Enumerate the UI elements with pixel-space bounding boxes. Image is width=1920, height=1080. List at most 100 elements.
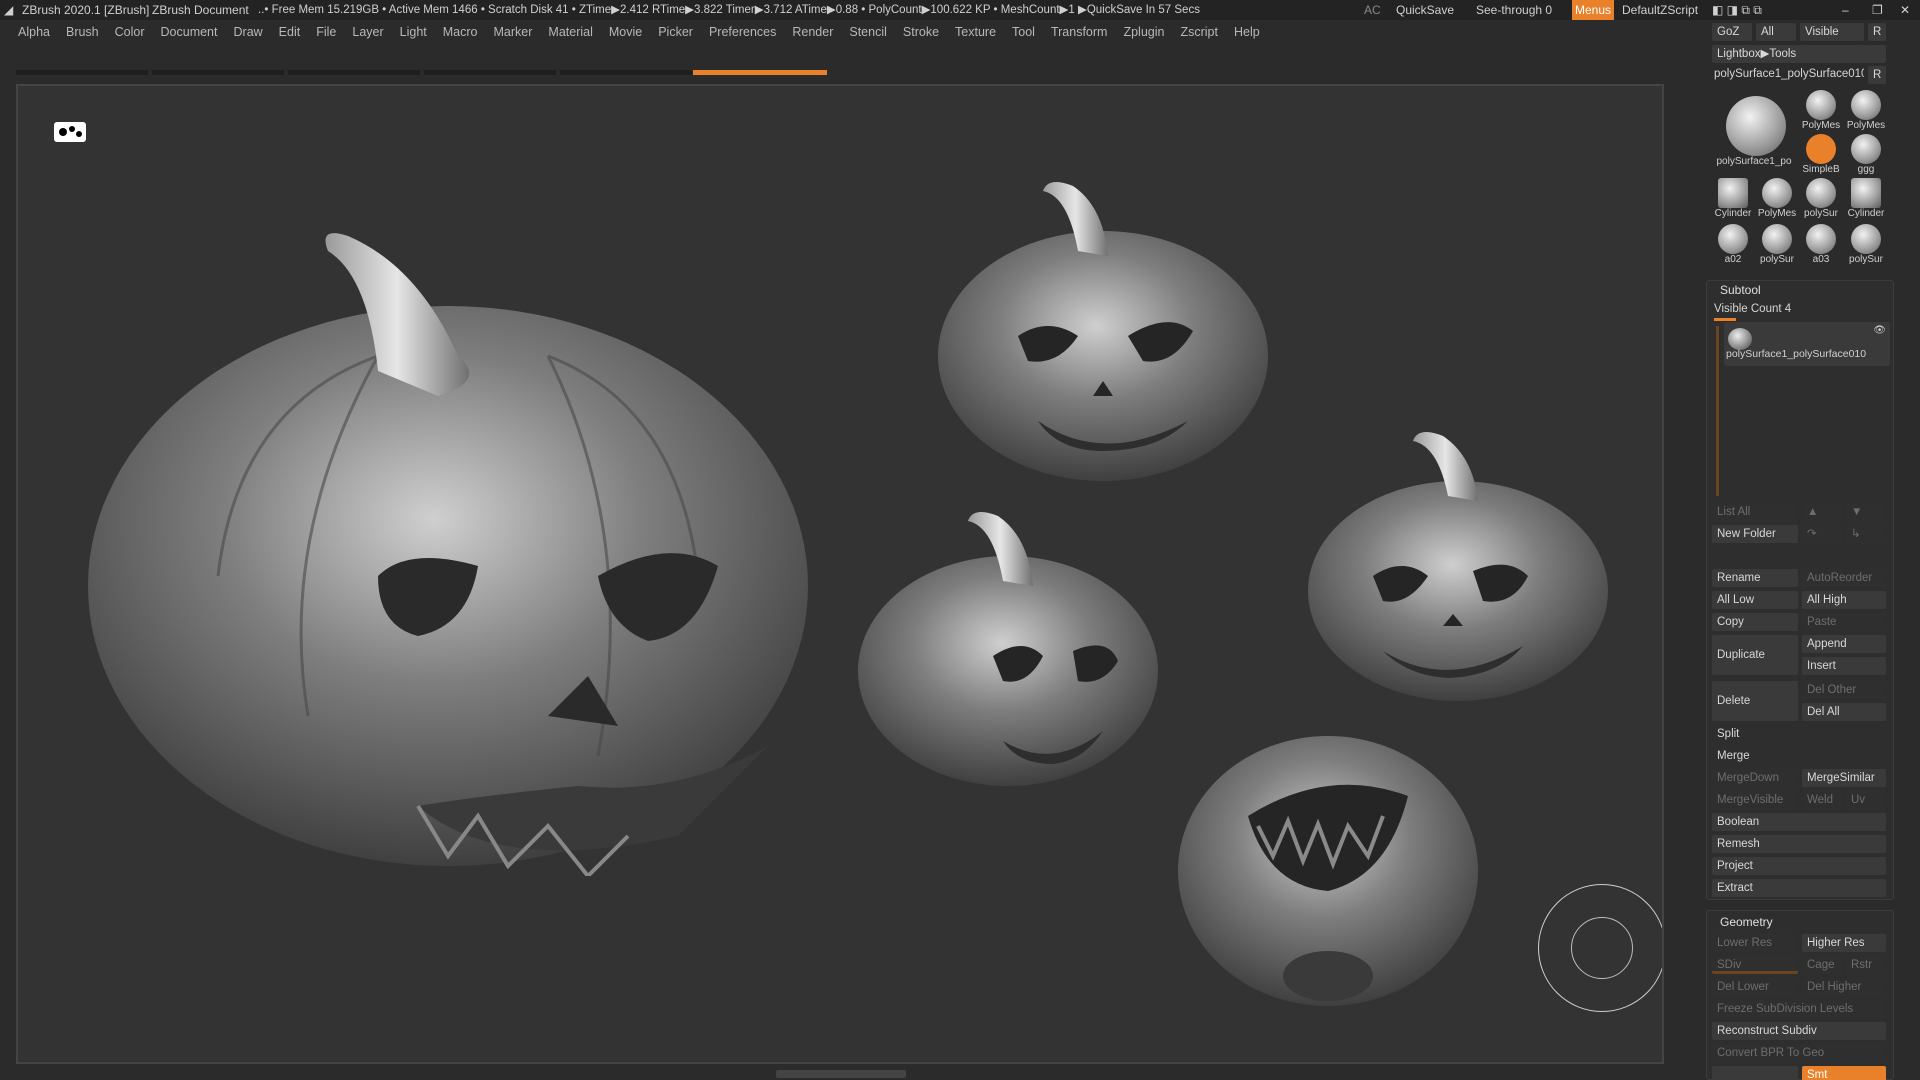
pumpkin-model-2[interactable]	[928, 156, 1278, 486]
visible-count-slider[interactable]: Visible Count 4	[1714, 300, 1791, 318]
tool-thumb[interactable]: Cylinder	[1845, 178, 1887, 220]
menu-document[interactable]: Document	[153, 20, 226, 44]
goz-button[interactable]: GoZ	[1712, 23, 1752, 41]
eye-icon[interactable]: 👁	[1873, 325, 1886, 336]
doc-tab[interactable]	[16, 70, 148, 75]
menu-color[interactable]: Color	[107, 20, 153, 44]
doc-tab[interactable]	[288, 70, 420, 75]
menu-zplugin[interactable]: Zplugin	[1115, 20, 1172, 44]
project-button[interactable]: Project	[1712, 857, 1886, 875]
menu-tool[interactable]: Tool	[1004, 20, 1043, 44]
paste-button[interactable]: Paste	[1802, 613, 1886, 631]
menu-render[interactable]: Render	[784, 20, 841, 44]
convert-bpr-button[interactable]: Convert BPR To Geo	[1712, 1044, 1886, 1062]
tool-thumb-current[interactable]: polySurface1_po	[1713, 88, 1799, 176]
menu-edit[interactable]: Edit	[271, 20, 309, 44]
tool-thumb[interactable]: SimpleB	[1800, 134, 1842, 176]
menu-brush[interactable]: Brush	[58, 20, 107, 44]
tool-thumb[interactable]: polySur	[1800, 178, 1842, 220]
mergevisible-button[interactable]: MergeVisible	[1712, 791, 1798, 809]
close-icon[interactable]: ✕	[1900, 0, 1910, 20]
reconstruct-subdiv-button[interactable]: Reconstruct Subdiv	[1712, 1022, 1886, 1040]
ac-label[interactable]: AC	[1364, 0, 1381, 20]
del-lower-button[interactable]: Del Lower	[1712, 978, 1798, 996]
redo-icon[interactable]: ↷	[1802, 525, 1842, 543]
mergedown-button[interactable]: MergeDown	[1712, 769, 1798, 787]
doc-tab[interactable]	[152, 70, 284, 75]
mergesimilar-button[interactable]: MergeSimilar	[1802, 769, 1886, 787]
move-icon[interactable]: ↳	[1846, 525, 1886, 543]
restore-icon[interactable]: ❐	[1872, 0, 1883, 20]
tool-thumb[interactable]: PolyMes	[1800, 90, 1842, 132]
menu-picker[interactable]: Picker	[650, 20, 701, 44]
tool-thumb[interactable]: PolyMes	[1845, 90, 1887, 132]
layout-icons[interactable]: ◧ ◨ ⧉ ⧉	[1712, 0, 1762, 20]
boolean-button[interactable]: Boolean	[1712, 813, 1886, 831]
tool-thumb[interactable]: polySur	[1756, 224, 1798, 266]
delete-button[interactable]: Delete	[1712, 681, 1798, 721]
subtool-scrollbar[interactable]	[1716, 326, 1719, 496]
doc-tab-active[interactable]	[693, 70, 827, 75]
rename-button[interactable]: Rename	[1712, 569, 1798, 587]
navigation-gizmo[interactable]	[1538, 884, 1662, 1012]
del-all-button[interactable]: Del All	[1802, 703, 1886, 721]
menu-file[interactable]: File	[308, 20, 344, 44]
freeze-subdivision-button[interactable]: Freeze SubDivision Levels	[1712, 1000, 1886, 1018]
rstr-button[interactable]: Rstr	[1846, 956, 1886, 974]
canvas-viewport[interactable]	[16, 84, 1664, 1064]
append-button[interactable]: Append	[1802, 635, 1886, 653]
subtool-item[interactable]: 👁 polySurface1_polySurface010	[1724, 322, 1890, 366]
insert-button[interactable]: Insert	[1802, 657, 1886, 675]
extract-button[interactable]: Extract	[1712, 879, 1886, 897]
lightbox-tools-button[interactable]: Lightbox▶Tools	[1712, 45, 1886, 63]
tool-thumb[interactable]: PolyMes	[1756, 178, 1798, 220]
list-all-button[interactable]: List All	[1712, 503, 1798, 521]
doc-tab[interactable]	[424, 70, 556, 75]
menu-macro[interactable]: Macro	[435, 20, 486, 44]
menu-stroke[interactable]: Stroke	[895, 20, 947, 44]
autoreorder-button[interactable]: AutoReorder	[1802, 569, 1886, 587]
copy-button[interactable]: Copy	[1712, 613, 1798, 631]
geometry-title[interactable]: Geometry	[1720, 913, 1773, 931]
menu-material[interactable]: Material	[540, 20, 600, 44]
quicksave-button[interactable]: QuickSave	[1396, 0, 1454, 20]
menu-preferences[interactable]: Preferences	[701, 20, 784, 44]
see-through-slider[interactable]: See-through 0	[1476, 0, 1552, 20]
menu-transform[interactable]: Transform	[1043, 20, 1116, 44]
arrow-down-icon[interactable]: ▼	[1846, 503, 1886, 521]
duplicate-button[interactable]: Duplicate	[1712, 635, 1798, 675]
visible-button[interactable]: Visible	[1800, 23, 1864, 41]
merge-button[interactable]: Merge	[1712, 747, 1886, 765]
r-button[interactable]: R	[1868, 23, 1886, 41]
cage-button[interactable]: Cage	[1802, 956, 1842, 974]
pumpkin-model-large[interactable]	[78, 156, 838, 876]
subtool-title[interactable]: Subtool	[1720, 281, 1761, 299]
menu-draw[interactable]: Draw	[226, 20, 271, 44]
tool-thumb[interactable]: a02	[1712, 224, 1754, 266]
uv-button[interactable]: Uv	[1846, 791, 1886, 809]
arrow-up-icon[interactable]: ▲	[1802, 503, 1842, 521]
tool-thumb[interactable]: polySur	[1845, 224, 1887, 266]
bottom-shelf-handle[interactable]	[776, 1070, 906, 1078]
menu-texture[interactable]: Texture	[947, 20, 1004, 44]
geometry-option-button[interactable]	[1712, 1066, 1798, 1080]
tool-thumb[interactable]: ggg	[1845, 134, 1887, 176]
doc-tab[interactable]	[560, 70, 692, 75]
del-other-button[interactable]: Del Other	[1802, 681, 1886, 699]
lower-res-button[interactable]: Lower Res	[1712, 934, 1798, 952]
view-mode-icon[interactable]	[54, 122, 86, 142]
all-low-button[interactable]: All Low	[1712, 591, 1798, 609]
all-high-button[interactable]: All High	[1802, 591, 1886, 609]
tool-thumb[interactable]: a03	[1800, 224, 1842, 266]
menus-toggle[interactable]: Menus	[1572, 0, 1615, 20]
weld-button[interactable]: Weld	[1802, 791, 1842, 809]
pumpkin-model-4[interactable]	[1298, 406, 1618, 706]
menu-movie[interactable]: Movie	[601, 20, 650, 44]
menu-layer[interactable]: Layer	[344, 20, 391, 44]
menu-zscript[interactable]: Zscript	[1172, 20, 1226, 44]
remesh-button[interactable]: Remesh	[1712, 835, 1886, 853]
smt-toggle[interactable]: Smt	[1802, 1066, 1886, 1080]
all-button[interactable]: All	[1756, 23, 1796, 41]
menu-stencil[interactable]: Stencil	[841, 20, 895, 44]
menu-help[interactable]: Help	[1226, 20, 1268, 44]
